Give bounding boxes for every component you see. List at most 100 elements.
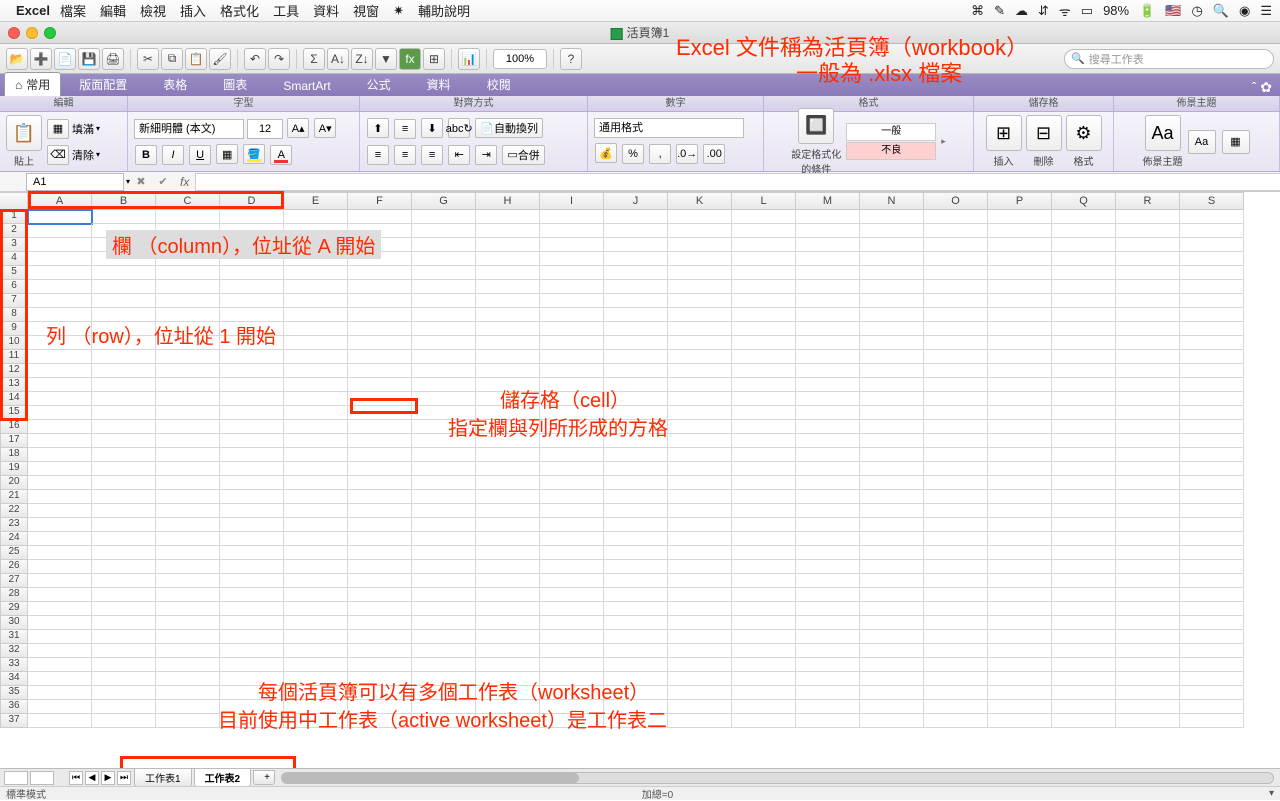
cell[interactable]	[860, 686, 924, 700]
cell[interactable]	[348, 336, 412, 350]
cell[interactable]	[284, 616, 348, 630]
clock-icon[interactable]: ◷	[1191, 3, 1202, 19]
cell[interactable]	[604, 588, 668, 602]
cell[interactable]	[604, 546, 668, 560]
cell[interactable]	[988, 210, 1052, 224]
cell[interactable]	[668, 238, 732, 252]
percent-button[interactable]: %	[622, 144, 644, 164]
cancel-entry-icon[interactable]: ✖	[132, 173, 150, 191]
cell[interactable]	[796, 364, 860, 378]
cell[interactable]	[1052, 364, 1116, 378]
cell[interactable]	[860, 224, 924, 238]
cell[interactable]	[220, 392, 284, 406]
cell[interactable]	[540, 434, 604, 448]
cell[interactable]	[540, 616, 604, 630]
cell[interactable]	[732, 448, 796, 462]
cell[interactable]	[92, 224, 156, 238]
cell[interactable]	[1116, 672, 1180, 686]
cell[interactable]	[1180, 448, 1244, 462]
cell[interactable]	[796, 462, 860, 476]
col-header-I[interactable]: I	[540, 192, 604, 210]
cell[interactable]	[92, 266, 156, 280]
cell[interactable]	[476, 210, 540, 224]
cell[interactable]	[348, 532, 412, 546]
cell[interactable]	[796, 224, 860, 238]
cell[interactable]	[860, 560, 924, 574]
cell[interactable]	[1052, 588, 1116, 602]
cell[interactable]	[988, 560, 1052, 574]
cell[interactable]	[1052, 658, 1116, 672]
cell[interactable]	[1180, 252, 1244, 266]
cell[interactable]	[1116, 686, 1180, 700]
cell[interactable]	[796, 490, 860, 504]
cell[interactable]	[604, 714, 668, 728]
cell[interactable]	[860, 532, 924, 546]
cell[interactable]	[156, 280, 220, 294]
cell[interactable]	[412, 294, 476, 308]
cell[interactable]	[412, 378, 476, 392]
cell[interactable]	[412, 448, 476, 462]
cell[interactable]	[156, 378, 220, 392]
cell[interactable]	[668, 532, 732, 546]
cell[interactable]	[988, 364, 1052, 378]
cell[interactable]	[604, 238, 668, 252]
menu-format[interactable]: 格式化	[220, 1, 259, 20]
cell[interactable]	[28, 238, 92, 252]
row-header-18[interactable]: 18	[0, 448, 28, 462]
cell[interactable]	[348, 308, 412, 322]
row-header-20[interactable]: 20	[0, 476, 28, 490]
orientation-button[interactable]: abc↻	[448, 118, 470, 138]
battery-icon[interactable]: 🔋	[1139, 3, 1155, 19]
cell[interactable]	[1052, 322, 1116, 336]
cell[interactable]	[28, 714, 92, 728]
cell[interactable]	[348, 546, 412, 560]
cell[interactable]	[732, 588, 796, 602]
cell[interactable]	[988, 308, 1052, 322]
cell[interactable]	[540, 294, 604, 308]
cell[interactable]	[284, 686, 348, 700]
sort-desc-button[interactable]: Z↓	[351, 48, 373, 70]
cell[interactable]	[284, 364, 348, 378]
cell[interactable]	[92, 294, 156, 308]
cell[interactable]	[732, 434, 796, 448]
cell[interactable]	[28, 616, 92, 630]
cell[interactable]	[1116, 280, 1180, 294]
insert-cells-button[interactable]: ⊞	[986, 115, 1022, 151]
tab-smartart[interactable]: SmartArt	[265, 76, 348, 96]
cell[interactable]	[220, 476, 284, 490]
menu-help[interactable]: 輔助說明	[418, 1, 470, 20]
cell[interactable]	[668, 420, 732, 434]
cell[interactable]	[476, 350, 540, 364]
cell[interactable]	[476, 630, 540, 644]
cell[interactable]	[92, 448, 156, 462]
cell[interactable]	[1052, 476, 1116, 490]
cell[interactable]	[988, 476, 1052, 490]
cell[interactable]	[668, 406, 732, 420]
sheet-nav-next[interactable]: ▶	[101, 771, 115, 785]
cell[interactable]	[732, 252, 796, 266]
cell[interactable]	[604, 224, 668, 238]
cell[interactable]	[668, 224, 732, 238]
cell[interactable]	[92, 364, 156, 378]
cell[interactable]	[28, 518, 92, 532]
cell[interactable]	[1052, 700, 1116, 714]
cell[interactable]	[220, 364, 284, 378]
cell[interactable]	[156, 266, 220, 280]
tab-charts[interactable]: 圖表	[205, 73, 265, 96]
cell[interactable]	[924, 700, 988, 714]
cell[interactable]	[28, 630, 92, 644]
cell[interactable]	[604, 350, 668, 364]
row-header-28[interactable]: 28	[0, 588, 28, 602]
wrap-text-button[interactable]: 📄自動換列	[475, 118, 543, 138]
cell[interactable]	[860, 420, 924, 434]
cell[interactable]	[604, 462, 668, 476]
format-painter-button[interactable]: 🖌	[209, 48, 231, 70]
row-header-21[interactable]: 21	[0, 490, 28, 504]
cell[interactable]	[604, 532, 668, 546]
cell[interactable]	[924, 364, 988, 378]
align-bottom-button[interactable]: ⬇	[421, 118, 443, 138]
cell[interactable]	[796, 700, 860, 714]
cell[interactable]	[28, 476, 92, 490]
cell[interactable]	[284, 518, 348, 532]
cell[interactable]	[796, 448, 860, 462]
